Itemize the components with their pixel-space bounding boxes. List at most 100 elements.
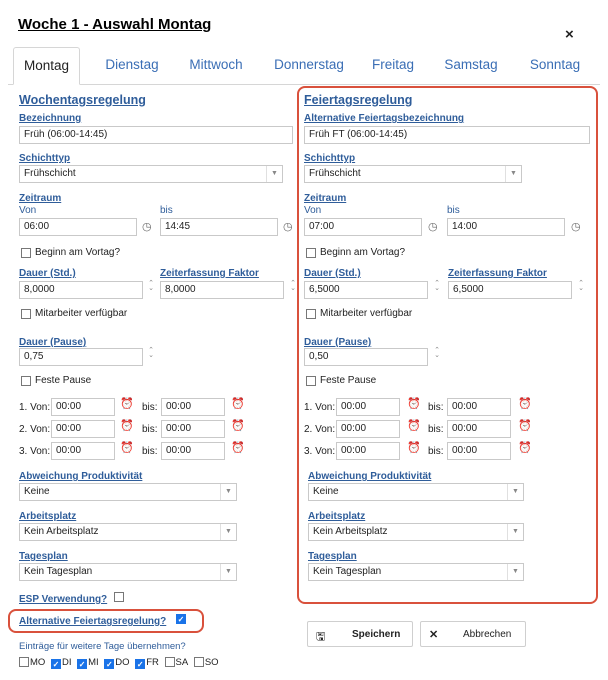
alarm-clock-icon[interactable]: ⏰ — [231, 420, 245, 432]
alarm-clock-icon[interactable]: ⏰ — [120, 420, 134, 432]
day-sa-label: SA — [175, 657, 189, 668]
holiday-pause-2-to-input[interactable]: 00:00 — [447, 420, 511, 438]
duration-input[interactable]: 8,0000 — [19, 281, 143, 299]
holiday-employee-available-checkbox[interactable] — [306, 309, 316, 319]
pause-duration-input[interactable]: 0,75 — [19, 348, 143, 366]
alt-holiday-checkbox[interactable]: ✓ — [176, 614, 186, 624]
tab-montag[interactable]: Montag — [13, 47, 80, 85]
holiday-pause-stepper[interactable]: ⌃ ⌄ — [433, 347, 441, 359]
pause-2-to-input[interactable]: 00:00 — [161, 420, 225, 438]
from-time-input[interactable]: 06:00 — [19, 218, 137, 236]
workplace-select[interactable]: Kein Arbeitsplatz ▼ — [19, 523, 237, 541]
close-icon[interactable]: × — [565, 26, 574, 43]
chevron-down-icon: ▼ — [507, 524, 523, 540]
alarm-clock-icon[interactable]: ⏰ — [120, 442, 134, 454]
copy-days-row: MO ✓ DI ✓ MI ✓ DO ✓ FR SA SO — [19, 657, 222, 669]
holiday-duration-input[interactable]: 6,5000 — [304, 281, 428, 299]
holiday-pause-2-to-label: bis: — [428, 424, 444, 435]
alarm-clock-icon[interactable]: ⏰ — [407, 442, 421, 454]
day-fr-label: FR — [146, 657, 159, 668]
alarm-clock-icon[interactable]: ⏰ — [407, 420, 421, 432]
alt-name-input[interactable]: Früh FT (06:00-14:45) — [304, 126, 590, 144]
day-mi-checkbox[interactable]: ✓ — [77, 659, 88, 669]
shift-type-select[interactable]: Frühschicht ▼ — [19, 165, 283, 183]
prev-day-label: Beginn am Vortag? — [35, 247, 121, 258]
day-plan-label: Tagesplan — [19, 551, 68, 562]
tab-freitag[interactable]: Freitag — [368, 47, 418, 85]
clock-icon[interactable]: ◷ — [283, 221, 293, 233]
holiday-fixed-pause-checkbox[interactable] — [306, 376, 316, 386]
chevron-down-icon: ▼ — [220, 524, 236, 540]
pause-1-to-input[interactable]: 00:00 — [161, 398, 225, 416]
tab-sonntag[interactable]: Sonntag — [524, 47, 586, 85]
holiday-pause-duration-label: Dauer (Pause) — [304, 337, 372, 348]
alarm-clock-icon[interactable]: ⏰ — [518, 398, 532, 410]
day-so-checkbox[interactable] — [193, 657, 204, 667]
to-time-input[interactable]: 14:45 — [160, 218, 278, 236]
clock-icon[interactable]: ◷ — [428, 221, 438, 233]
duration-stepper[interactable]: ⌃ ⌄ — [147, 280, 155, 292]
holiday-shift-type-select[interactable]: Frühschicht ▼ — [304, 165, 522, 183]
day-do-checkbox[interactable]: ✓ — [104, 659, 115, 669]
alarm-clock-icon[interactable]: ⏰ — [518, 420, 532, 432]
holiday-fixed-pause-label: Feste Pause — [320, 375, 377, 386]
holiday-factor-input[interactable]: 6,5000 — [448, 281, 572, 299]
employee-available-checkbox[interactable] — [21, 309, 31, 319]
day-so-label: SO — [204, 657, 219, 668]
holiday-pause-3-to-input[interactable]: 00:00 — [447, 442, 511, 460]
day-sa-checkbox[interactable] — [164, 657, 175, 667]
dialog-title: Woche 1 - Auswahl Montag — [18, 16, 212, 33]
tab-donnerstag[interactable]: Donnerstag — [266, 47, 352, 85]
factor-stepper[interactable]: ⌃ ⌄ — [289, 280, 297, 292]
to-label: bis — [160, 205, 173, 216]
from-label: Von — [19, 205, 37, 216]
productivity-label: Abweichung Produktivität — [19, 471, 143, 482]
holiday-prev-day-label: Beginn am Vortag? — [320, 247, 406, 258]
day-di-checkbox[interactable]: ✓ — [50, 659, 61, 669]
name-input[interactable]: Früh (06:00-14:45) — [19, 126, 293, 144]
holiday-prev-day-checkbox[interactable] — [306, 248, 316, 258]
alarm-clock-icon[interactable]: ⏰ — [518, 442, 532, 454]
day-fr-checkbox[interactable]: ✓ — [135, 659, 146, 669]
alarm-clock-icon[interactable]: ⏰ — [231, 398, 245, 410]
pause-2-from-input[interactable]: 00:00 — [51, 420, 115, 438]
pause-1-from-input[interactable]: 00:00 — [51, 398, 115, 416]
holiday-productivity-select[interactable]: Keine ▼ — [308, 483, 524, 501]
factor-input[interactable]: 8,0000 — [160, 281, 284, 299]
productivity-select[interactable]: Keine ▼ — [19, 483, 237, 501]
holiday-pause-1-to-input[interactable]: 00:00 — [447, 398, 511, 416]
holiday-duration-label: Dauer (Std.) — [304, 268, 361, 279]
alt-holiday-label: Alternative Feiertagsregelung? — [19, 616, 167, 627]
tab-mittwoch[interactable]: Mittwoch — [180, 47, 252, 85]
day-plan-select[interactable]: Kein Tagesplan ▼ — [19, 563, 237, 581]
alarm-clock-icon[interactable]: ⏰ — [231, 442, 245, 454]
clock-icon[interactable]: ◷ — [142, 221, 152, 233]
holiday-pause-3-from-input[interactable]: 00:00 — [336, 442, 400, 460]
alt-name-label: Alternative Feiertagsbezeichnung — [304, 113, 465, 124]
fixed-pause-checkbox[interactable] — [21, 376, 31, 386]
holiday-pause-duration-input[interactable]: 0,50 — [304, 348, 428, 366]
holiday-duration-stepper[interactable]: ⌃ ⌄ — [433, 280, 441, 292]
prev-day-checkbox[interactable] — [21, 248, 31, 258]
esp-checkbox[interactable] — [114, 592, 124, 602]
tab-samstag[interactable]: Samstag — [440, 47, 502, 85]
holiday-workplace-select[interactable]: Kein Arbeitsplatz ▼ — [308, 523, 524, 541]
day-mo-checkbox[interactable] — [19, 657, 29, 667]
day-do-label: DO — [115, 657, 130, 668]
save-button[interactable]: 🖫 Speichern — [307, 621, 413, 647]
clock-icon[interactable]: ◷ — [571, 221, 581, 233]
cancel-button[interactable]: ✕ Abbrechen — [420, 621, 526, 647]
holiday-factor-stepper[interactable]: ⌃ ⌄ — [577, 280, 585, 292]
holiday-pause-2-from-input[interactable]: 00:00 — [336, 420, 400, 438]
holiday-pause-1-from-input[interactable]: 00:00 — [336, 398, 400, 416]
holiday-period-label: Zeitraum — [304, 193, 347, 204]
holiday-from-time-input[interactable]: 07:00 — [304, 218, 422, 236]
alarm-clock-icon[interactable]: ⏰ — [407, 398, 421, 410]
pause-3-to-input[interactable]: 00:00 — [161, 442, 225, 460]
pause-stepper[interactable]: ⌃ ⌄ — [147, 347, 155, 359]
pause-3-from-input[interactable]: 00:00 — [51, 442, 115, 460]
holiday-day-plan-select[interactable]: Kein Tagesplan ▼ — [308, 563, 524, 581]
tab-dienstag[interactable]: Dienstag — [96, 47, 168, 85]
holiday-to-time-input[interactable]: 14:00 — [447, 218, 565, 236]
alarm-clock-icon[interactable]: ⏰ — [120, 398, 134, 410]
